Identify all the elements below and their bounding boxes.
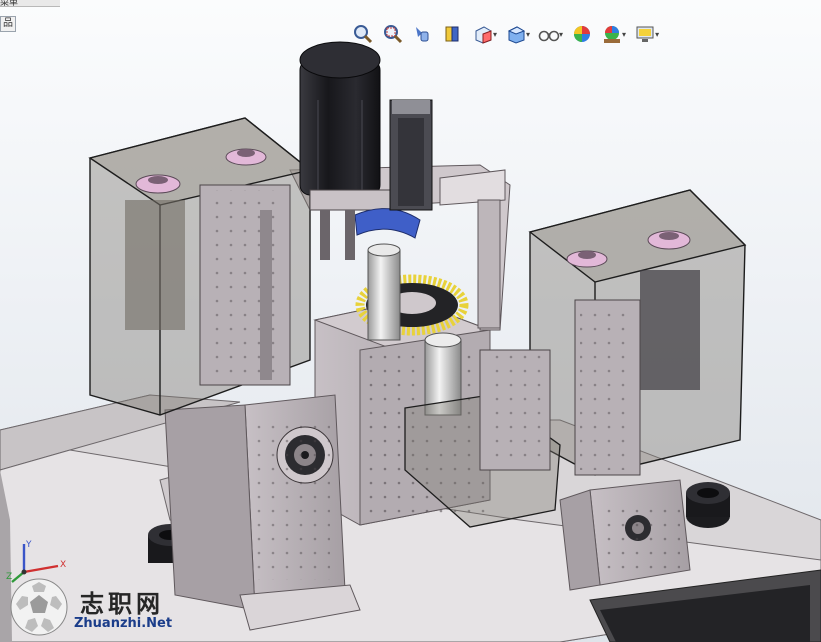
scene-icon [604,26,621,43]
bushing-right [686,482,730,528]
left-enclosure [88,117,312,416]
glasses-icon [538,30,560,42]
view-orientation-icon [475,26,492,44]
apply-scene-dropdown-icon[interactable]: ▾ [622,30,626,39]
left-column [164,394,361,631]
watermark: 志职网 Zhuanzhi.Net [8,576,178,638]
monitor-icon [636,26,654,42]
previous-view-button[interactable] [410,21,436,47]
section-view-button[interactable] [440,21,466,47]
view-orientation-dropdown-icon[interactable]: ▾ [493,30,497,39]
triad-y-label: Y [26,540,32,550]
servo-motor [389,99,433,211]
right-column [559,479,691,591]
right-enclosure [528,189,747,476]
menu-bar-fragment[interactable]: 菜单 [0,0,60,7]
display-style-icon [507,26,526,44]
soccer-ball-logo-icon [10,578,68,636]
zoom-area-icon [384,25,403,44]
feature-tree-tab[interactable]: 品 [0,16,16,32]
zoom-to-area-button[interactable] [380,21,406,47]
hide-show-dropdown-icon[interactable]: ▾ [559,30,563,39]
graphics-area[interactable] [0,0,821,642]
edit-appearance-button[interactable] [569,21,595,47]
triad-x-label: X [60,560,67,570]
section-view-icon [445,26,459,42]
zoom-to-fit-button[interactable] [350,21,376,47]
magnifier-icon [354,25,373,44]
display-style-dropdown-icon[interactable]: ▾ [526,30,530,39]
cad-model-view[interactable] [0,0,821,642]
view-settings-dropdown-icon[interactable]: ▾ [655,30,659,39]
previous-view-icon [416,27,429,42]
appearance-icon [574,26,591,42]
watermark-title: 志职网 [80,589,164,618]
heads-up-view-toolbar: ▾ ▾ ▾ ▾ ▾ [350,20,661,48]
watermark-url: Zhuanzhi.Net [74,616,173,631]
